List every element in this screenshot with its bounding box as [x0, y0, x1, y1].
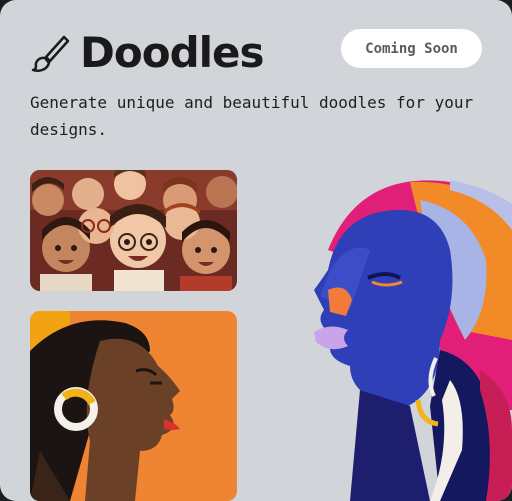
- doodles-card[interactable]: Doodles Coming Soon Generate unique and …: [0, 0, 512, 501]
- paintbrush-icon: [30, 33, 70, 73]
- profile-portrait-thumbnail[interactable]: [30, 311, 237, 501]
- card-header: Doodles: [30, 26, 265, 80]
- crowd-illustration-thumbnail[interactable]: [30, 170, 237, 291]
- card-description: Generate unique and beautiful doodles fo…: [30, 93, 474, 139]
- coming-soon-badge: Coming Soon: [341, 29, 482, 68]
- card-title: Doodles: [80, 28, 265, 77]
- hero-portrait-illustration: [290, 170, 512, 501]
